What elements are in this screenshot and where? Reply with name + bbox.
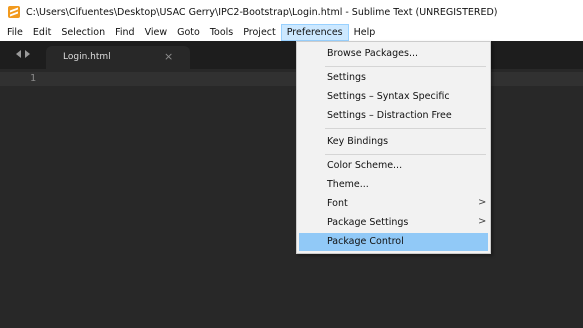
chevron-right-icon: > <box>478 197 487 208</box>
menu-item-label: Color Scheme... <box>327 160 403 171</box>
menu-item-label: Settings <box>327 72 366 83</box>
sublime-text-icon <box>8 6 20 18</box>
menu-item-font[interactable]: Font > <box>299 195 488 213</box>
preferences-menu: Browse Packages... Settings Settings – S… <box>296 41 491 254</box>
menu-item-package-settings[interactable]: Package Settings > <box>299 214 488 232</box>
menu-item-label: Font <box>327 198 348 209</box>
title-bar: C:\Users\Cifuentes\Desktop\USAC Gerry\IP… <box>0 0 583 24</box>
arrow-left-icon[interactable] <box>16 50 21 58</box>
menu-item-browse-packages[interactable]: Browse Packages... <box>299 45 488 63</box>
tab-label: Login.html <box>63 52 111 62</box>
menu-item-label: Settings – Distraction Free <box>327 110 452 121</box>
menu-item-label: Package Settings <box>327 217 409 228</box>
menu-item-theme[interactable]: Theme... <box>299 176 488 194</box>
menu-item-settings-syntax-specific[interactable]: Settings – Syntax Specific <box>299 88 488 106</box>
menu-view[interactable]: View <box>140 24 173 41</box>
menu-preferences[interactable]: Preferences <box>280 24 349 41</box>
menu-file[interactable]: File <box>2 24 28 41</box>
chevron-right-icon: > <box>478 216 487 227</box>
menu-item-settings-distraction-free[interactable]: Settings – Distraction Free <box>299 107 488 125</box>
close-icon[interactable]: × <box>164 50 173 63</box>
menu-item-package-control[interactable]: Package Control <box>299 233 488 251</box>
menu-item-key-bindings[interactable]: Key Bindings <box>299 133 488 151</box>
tab-nav-arrows <box>16 50 30 58</box>
menu-item-label: Key Bindings <box>327 136 389 147</box>
menu-help[interactable]: Help <box>349 24 381 41</box>
tab-bar: Login.html × <box>0 41 583 69</box>
menu-separator <box>325 154 486 155</box>
menu-selection[interactable]: Selection <box>56 24 110 41</box>
menu-item-label: Theme... <box>327 179 369 190</box>
menu-goto[interactable]: Goto <box>172 24 205 41</box>
menu-separator <box>325 66 486 67</box>
menu-item-label: Package Control <box>327 236 404 247</box>
menu-separator <box>325 128 486 129</box>
menu-edit[interactable]: Edit <box>28 24 56 41</box>
menu-bar: File Edit Selection Find View Goto Tools… <box>0 24 583 41</box>
current-line-highlight <box>0 72 583 86</box>
menu-item-color-scheme[interactable]: Color Scheme... <box>299 157 488 175</box>
menu-item-label: Settings – Syntax Specific <box>327 91 450 102</box>
menu-project[interactable]: Project <box>238 24 281 41</box>
tab-login-html[interactable]: Login.html × <box>46 46 190 69</box>
line-number: 1 <box>30 73 37 84</box>
menu-find[interactable]: Find <box>110 24 139 41</box>
window-title: C:\Users\Cifuentes\Desktop\USAC Gerry\IP… <box>26 6 498 18</box>
arrow-right-icon[interactable] <box>25 50 30 58</box>
menu-item-label: Browse Packages... <box>327 48 418 59</box>
menu-tools[interactable]: Tools <box>205 24 238 41</box>
editor-area[interactable]: 1 <box>0 69 583 328</box>
menu-item-settings[interactable]: Settings <box>299 69 488 87</box>
